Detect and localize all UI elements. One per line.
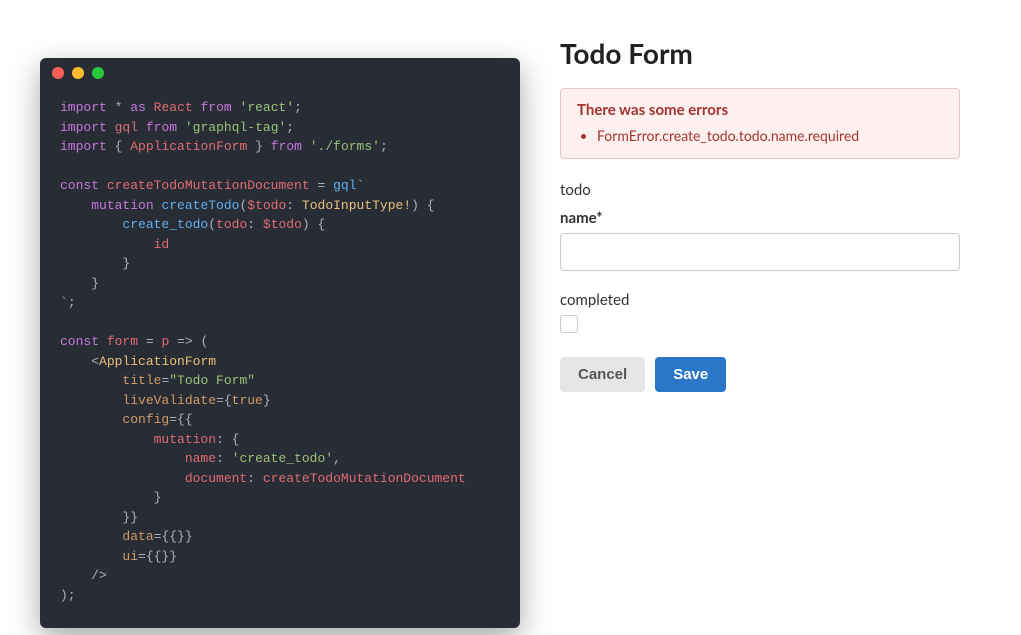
button-row: Cancel Save — [560, 357, 960, 392]
page-title: Todo Form — [560, 36, 960, 70]
cancel-button[interactable]: Cancel — [560, 357, 645, 392]
field-group-legend: todo — [560, 181, 960, 199]
code-window: import * as React from 'react'; import g… — [40, 58, 520, 628]
name-label: name* — [560, 209, 960, 227]
name-input[interactable] — [560, 233, 960, 271]
completed-label: completed — [560, 291, 960, 309]
field-group: todo name* completed — [560, 181, 960, 333]
window-close-dot[interactable] — [52, 67, 64, 79]
code-block: import * as React from 'react'; import g… — [40, 88, 520, 625]
error-alert: There was some errors FormError.create_t… — [560, 88, 960, 159]
window-zoom-dot[interactable] — [92, 67, 104, 79]
window-minimize-dot[interactable] — [72, 67, 84, 79]
save-button[interactable]: Save — [655, 357, 726, 392]
error-list: FormError.create_todo.todo.name.required — [577, 127, 943, 144]
error-item: FormError.create_todo.todo.name.required — [597, 127, 943, 144]
completed-checkbox[interactable] — [560, 315, 578, 333]
window-titlebar — [40, 58, 520, 88]
error-title: There was some errors — [577, 101, 943, 119]
form-panel: Todo Form There was some errors FormErro… — [560, 30, 960, 615]
